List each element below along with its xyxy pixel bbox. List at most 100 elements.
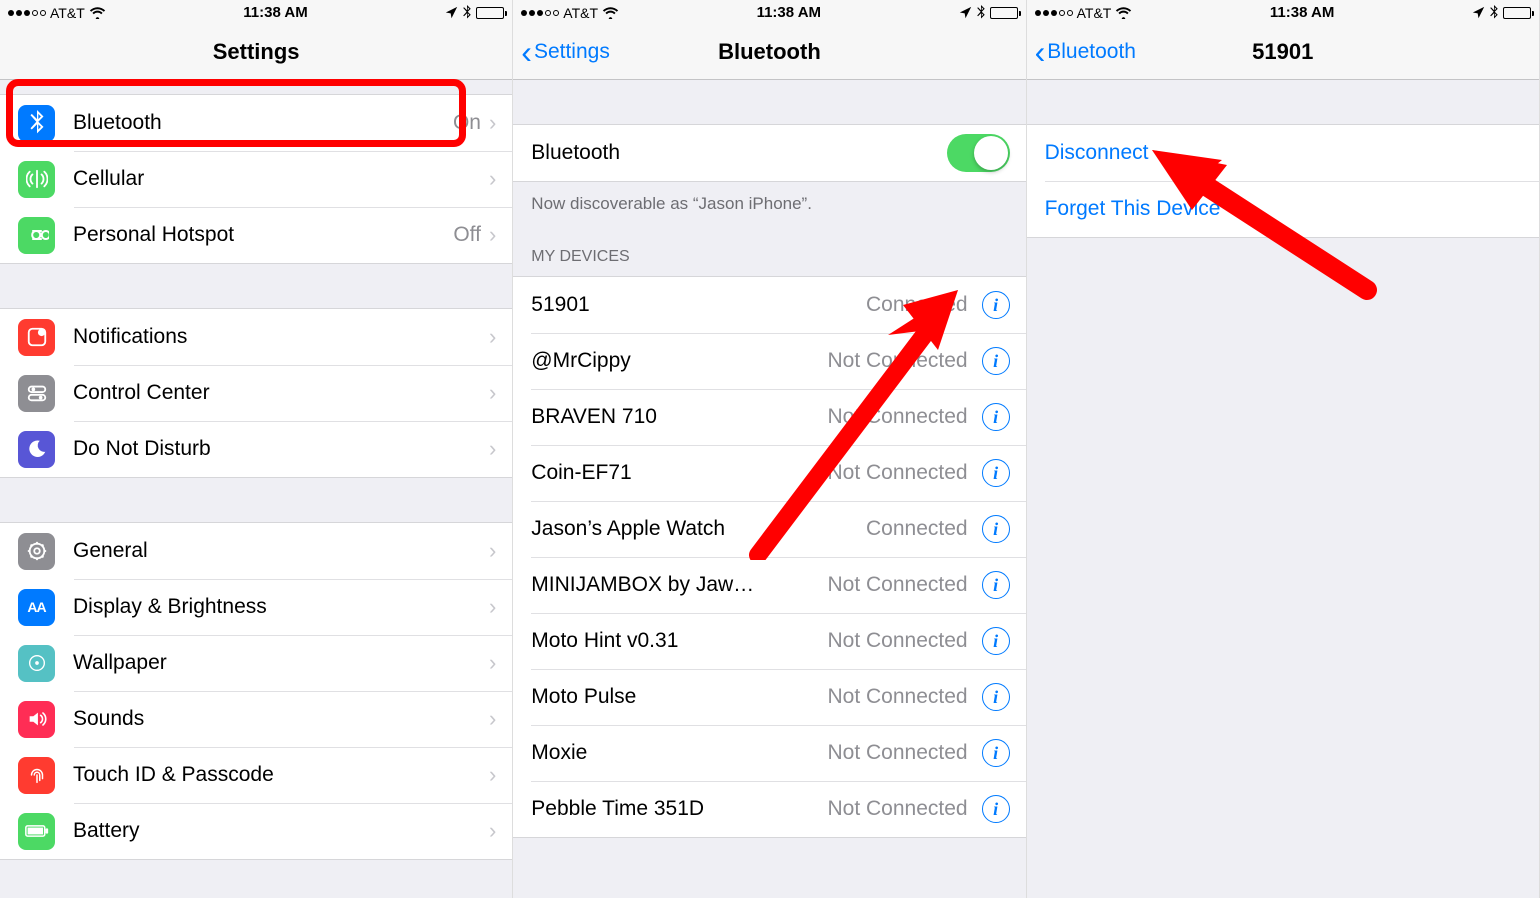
row-label: Touch ID & Passcode bbox=[73, 763, 481, 787]
row-wallpaper[interactable]: Wallpaper › bbox=[0, 635, 512, 691]
signal-dots-icon bbox=[8, 10, 46, 16]
row-general[interactable]: General › bbox=[0, 523, 512, 579]
status-time: 11:38 AM bbox=[757, 4, 821, 21]
device-row[interactable]: MINIJAMBOX by Jaw… Not Connected i bbox=[513, 557, 1025, 613]
location-icon bbox=[959, 6, 972, 19]
chevron-right-icon: › bbox=[489, 222, 496, 248]
device-row[interactable]: Jason’s Apple WatchConnectedi bbox=[513, 501, 1025, 557]
disconnect-button[interactable]: Disconnect bbox=[1027, 125, 1539, 181]
status-bar: AT&T 11:38 AM bbox=[0, 0, 512, 25]
battery-icon bbox=[1503, 7, 1531, 19]
chevron-right-icon: › bbox=[489, 380, 496, 406]
devices-list: 51901Connectedi@MrCippyNot ConnectediBRA… bbox=[513, 276, 1025, 838]
dnd-icon bbox=[18, 431, 55, 468]
device-status: Connected bbox=[866, 293, 968, 317]
wifi-icon bbox=[1115, 6, 1132, 19]
bluetooth-status-icon bbox=[462, 5, 472, 20]
row-touch-id[interactable]: Touch ID & Passcode › bbox=[0, 747, 512, 803]
row-battery[interactable]: Battery › bbox=[0, 803, 512, 859]
device-name: Coin-EF71 bbox=[531, 461, 819, 485]
chevron-left-icon: ‹ bbox=[521, 36, 532, 68]
device-status: Not Connected bbox=[828, 741, 968, 765]
battery-settings-icon bbox=[18, 813, 55, 850]
row-display-brightness[interactable]: AA Display & Brightness › bbox=[0, 579, 512, 635]
info-icon[interactable]: i bbox=[982, 347, 1010, 375]
info-icon[interactable]: i bbox=[982, 515, 1010, 543]
device-name: 51901 bbox=[531, 293, 858, 317]
chevron-right-icon: › bbox=[489, 538, 496, 564]
cellular-icon bbox=[18, 161, 55, 198]
device-row[interactable]: Moto PulseNot Connectedi bbox=[513, 669, 1025, 725]
status-time: 11:38 AM bbox=[1270, 4, 1334, 21]
notifications-icon bbox=[18, 319, 55, 356]
carrier-label: AT&T bbox=[50, 5, 85, 21]
chevron-right-icon: › bbox=[489, 594, 496, 620]
row-value: Off bbox=[453, 223, 481, 247]
device-row[interactable]: Coin-EF71Not Connectedi bbox=[513, 445, 1025, 501]
device-name: BRAVEN 710 bbox=[531, 405, 819, 429]
carrier-label: AT&T bbox=[1077, 5, 1112, 21]
wallpaper-icon bbox=[18, 645, 55, 682]
location-icon bbox=[1472, 6, 1485, 19]
device-row[interactable]: Moto Hint v0.31Not Connectedi bbox=[513, 613, 1025, 669]
toggle-label: Bluetooth bbox=[531, 141, 946, 165]
page-title: Settings bbox=[213, 39, 300, 65]
row-bluetooth[interactable]: Bluetooth On › bbox=[0, 95, 512, 151]
device-name: Moto Pulse bbox=[531, 685, 819, 709]
page-title: 51901 bbox=[1252, 39, 1313, 65]
info-icon[interactable]: i bbox=[982, 739, 1010, 767]
row-control-center[interactable]: Control Center › bbox=[0, 365, 512, 421]
screen-settings: AT&T 11:38 AM Settings Bluetooth On bbox=[0, 0, 513, 898]
chevron-right-icon: › bbox=[489, 706, 496, 732]
back-button[interactable]: ‹ Bluetooth bbox=[1035, 25, 1136, 79]
info-icon[interactable]: i bbox=[982, 459, 1010, 487]
row-sounds[interactable]: Sounds › bbox=[0, 691, 512, 747]
page-title: Bluetooth bbox=[718, 39, 821, 65]
device-row[interactable]: Pebble Time 351DNot Connectedi bbox=[513, 781, 1025, 837]
device-row[interactable]: @MrCippyNot Connectedi bbox=[513, 333, 1025, 389]
signal-dots-icon bbox=[521, 10, 559, 16]
row-cellular[interactable]: Cellular › bbox=[0, 151, 512, 207]
general-icon bbox=[18, 533, 55, 570]
row-bluetooth-toggle: Bluetooth bbox=[513, 125, 1025, 181]
device-actions-group: Disconnect Forget This Device bbox=[1027, 124, 1539, 238]
device-status: Not Connected bbox=[828, 573, 968, 597]
chevron-right-icon: › bbox=[489, 324, 496, 350]
info-icon[interactable]: i bbox=[982, 627, 1010, 655]
my-devices-header: MY DEVICES bbox=[513, 220, 1025, 276]
status-time: 11:38 AM bbox=[243, 4, 307, 21]
back-label: Bluetooth bbox=[1047, 40, 1136, 64]
row-notifications[interactable]: Notifications › bbox=[0, 309, 512, 365]
chevron-right-icon: › bbox=[489, 436, 496, 462]
forget-label: Forget This Device bbox=[1045, 197, 1523, 221]
disconnect-label: Disconnect bbox=[1045, 141, 1523, 165]
info-icon[interactable]: i bbox=[982, 683, 1010, 711]
status-bar: AT&T 11:38 AM bbox=[513, 0, 1025, 25]
bluetooth-icon bbox=[18, 105, 55, 142]
device-row[interactable]: 51901 Connected i bbox=[513, 277, 1025, 333]
info-icon[interactable]: i bbox=[982, 291, 1010, 319]
forget-device-button[interactable]: Forget This Device bbox=[1027, 181, 1539, 237]
row-label: Sounds bbox=[73, 707, 481, 731]
hotspot-icon bbox=[18, 217, 55, 254]
chevron-right-icon: › bbox=[489, 818, 496, 844]
device-row[interactable]: Moxie Not Connected i bbox=[513, 725, 1025, 781]
row-label: Battery bbox=[73, 819, 481, 843]
bluetooth-toggle-group: Bluetooth bbox=[513, 124, 1025, 182]
info-icon[interactable]: i bbox=[982, 571, 1010, 599]
battery-icon bbox=[476, 7, 504, 19]
device-status: Connected bbox=[866, 517, 968, 541]
device-name: Moxie bbox=[531, 741, 819, 765]
device-name: MINIJAMBOX by Jaw… bbox=[531, 573, 819, 597]
nav-bar: ‹ Bluetooth 51901 bbox=[1027, 25, 1539, 80]
info-icon[interactable]: i bbox=[982, 403, 1010, 431]
row-do-not-disturb[interactable]: Do Not Disturb › bbox=[0, 421, 512, 477]
back-button[interactable]: ‹ Settings bbox=[521, 25, 610, 79]
row-label: Wallpaper bbox=[73, 651, 481, 675]
device-row[interactable]: BRAVEN 710Not Connectedi bbox=[513, 389, 1025, 445]
bluetooth-toggle[interactable] bbox=[947, 134, 1010, 172]
row-personal-hotspot[interactable]: Personal Hotspot Off › bbox=[0, 207, 512, 263]
location-icon bbox=[445, 6, 458, 19]
info-icon[interactable]: i bbox=[982, 795, 1010, 823]
touchid-icon bbox=[18, 757, 55, 794]
